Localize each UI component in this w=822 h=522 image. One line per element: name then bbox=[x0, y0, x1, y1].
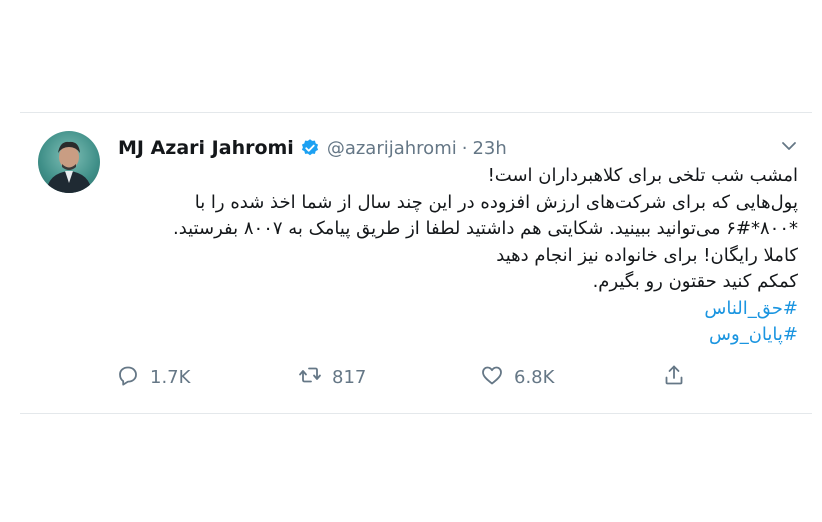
display-name[interactable]: MJ Azari Jahromi bbox=[118, 137, 294, 159]
retweet-icon bbox=[298, 363, 322, 392]
tweet-line: امشب شب تلخی برای کلاهبرداران است! bbox=[487, 165, 798, 186]
reply-count: 1.7K bbox=[150, 367, 191, 388]
tweet-line: کمکم کنید حقتون رو بگیرم. bbox=[592, 271, 798, 292]
retweet-button[interactable]: 817 bbox=[298, 363, 366, 392]
retweet-count: 817 bbox=[332, 367, 367, 388]
verified-badge-icon bbox=[300, 138, 320, 158]
tweet-line: کاملا رایگان! برای خانواده نیز انجام دهی… bbox=[496, 244, 798, 266]
share-icon bbox=[662, 363, 686, 392]
tweet-card[interactable]: MJ Azari Jahromi @azarijahromi · 23h امش… bbox=[20, 112, 812, 414]
share-button[interactable] bbox=[662, 363, 686, 392]
tweet-actions: 1.7K 817 6.8K bbox=[116, 363, 716, 391]
like-count: 6.8K bbox=[514, 367, 555, 388]
meta-separator: · bbox=[461, 137, 468, 159]
tweet-text: امشب شب تلخی برای کلاهبرداران است! پول‌ه… bbox=[116, 163, 798, 349]
heart-icon bbox=[480, 363, 504, 392]
tweet-header: MJ Azari Jahromi @azarijahromi · 23h bbox=[118, 135, 507, 161]
reply-icon bbox=[116, 363, 140, 392]
reply-button[interactable]: 1.7K bbox=[116, 363, 190, 392]
avatar[interactable] bbox=[38, 131, 100, 193]
tweet-timestamp[interactable]: 23h bbox=[472, 138, 506, 159]
chevron-down-icon[interactable] bbox=[780, 137, 798, 155]
like-button[interactable]: 6.8K bbox=[480, 363, 554, 392]
user-handle[interactable]: @azarijahromi bbox=[327, 138, 457, 159]
tweet-line: پول‌هایی که برای شرکت‌های ارزش افزوده در… bbox=[194, 191, 798, 213]
hashtag-link[interactable]: #پایان_وس bbox=[116, 322, 798, 349]
tweet-line: *۸۰۰*۶# می‌توانید ببینید. شکایتی هم داشت… bbox=[173, 218, 798, 239]
hashtag-link[interactable]: #حق_الناس bbox=[116, 296, 798, 323]
